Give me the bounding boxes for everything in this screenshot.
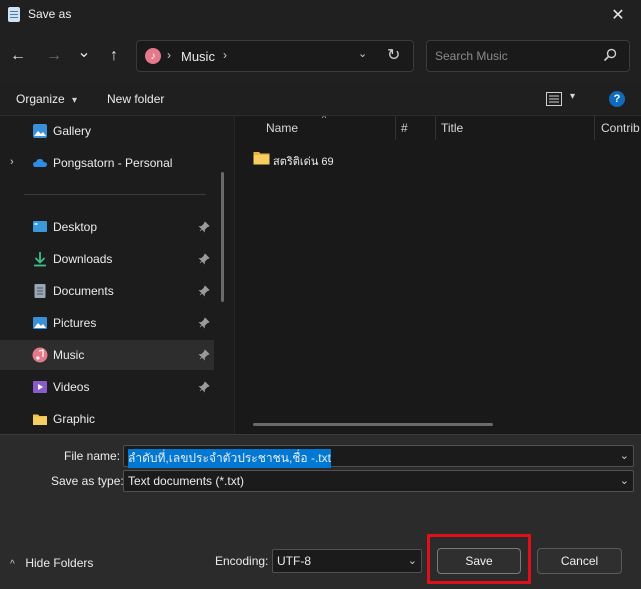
command-bar: Organize ▾ New folder ▾ ? xyxy=(0,82,641,116)
folder-icon xyxy=(33,414,47,425)
column-header-contributing-artists[interactable]: Contrib xyxy=(601,121,640,135)
sidebar-item-graphic[interactable]: Graphic xyxy=(0,404,214,434)
sidebar-item-label: Pictures xyxy=(53,316,97,330)
list-item[interactable]: สตริติเด่น 69 xyxy=(253,149,453,169)
sidebar-item-onedrive-personal[interactable]: › Pongsatorn - Personal xyxy=(0,148,214,178)
sidebar-item-label: Gallery xyxy=(53,124,92,138)
window-title: Save as xyxy=(28,7,72,21)
breadcrumb-separator[interactable]: › xyxy=(167,48,171,62)
file-name: สตริติเด่น 69 xyxy=(273,156,334,168)
help-icon[interactable]: ? xyxy=(609,91,625,107)
navigation-pane[interactable]: Gallery › Pongsatorn - Personal Desktop … xyxy=(0,116,230,434)
pin-icon[interactable] xyxy=(198,221,210,233)
desktop-icon xyxy=(33,221,47,232)
column-divider[interactable] xyxy=(435,116,436,140)
breadcrumb-separator[interactable]: › xyxy=(223,48,227,62)
encoding-select[interactable]: UTF-8 ⌄ xyxy=(272,549,422,573)
sidebar-item-music[interactable]: Music xyxy=(0,340,214,370)
hide-folders-button[interactable]: ^ Hide Folders xyxy=(10,556,93,570)
gallery-icon xyxy=(33,124,47,138)
save-as-type-select[interactable]: Text documents (*.txt) ⌄ xyxy=(123,470,634,492)
sidebar-item-label: Documents xyxy=(53,284,114,298)
music-note-icon: ♪ xyxy=(145,48,161,64)
notepad-icon xyxy=(8,7,20,22)
pin-icon[interactable] xyxy=(198,285,210,297)
breadcrumb-music[interactable]: Music xyxy=(181,49,215,64)
organize-button[interactable]: Organize ▾ xyxy=(16,92,77,106)
chevron-down-icon[interactable]: ⌄ xyxy=(620,474,629,487)
close-button[interactable]: ✕ xyxy=(595,0,641,30)
encoding-value: UTF-8 xyxy=(277,554,311,568)
encoding-label: Encoding: xyxy=(215,554,269,568)
column-header-number[interactable]: # xyxy=(401,121,408,135)
refresh-icon[interactable]: ↻ xyxy=(387,45,400,65)
pin-icon[interactable] xyxy=(198,253,210,265)
video-icon xyxy=(33,381,47,393)
new-folder-button[interactable]: New folder xyxy=(107,92,164,106)
save-options-panel: File name: ลำดับที่,เลขประจำตัวประชาชน,ช… xyxy=(0,434,641,589)
sidebar-item-label: Music xyxy=(53,348,85,362)
column-header-title[interactable]: Title xyxy=(441,121,463,135)
sidebar-item-documents[interactable]: Documents xyxy=(0,276,214,306)
cancel-button[interactable]: Cancel xyxy=(537,548,622,574)
chevron-down-icon: ▾ xyxy=(72,95,78,106)
document-icon xyxy=(34,284,46,298)
back-button[interactable]: ← xyxy=(6,44,30,68)
pin-icon[interactable] xyxy=(198,349,210,361)
sidebar-item-gallery[interactable]: Gallery xyxy=(0,116,214,146)
chevron-up-icon: ^ xyxy=(10,559,15,570)
horizontal-scrollbar[interactable] xyxy=(253,423,493,426)
navigation-bar: ← → ⌄ ↑ ♪ › Music › ⌄ ↻ xyxy=(0,30,641,82)
list-view-icon[interactable] xyxy=(546,92,562,106)
recent-locations-button[interactable]: ⌄ xyxy=(72,40,96,64)
file-name-combobox[interactable]: ลำดับที่,เลขประจำตัวประชาชน,ชื่อ -.txt ⌄ xyxy=(123,445,634,468)
save-as-type-value: Text documents (*.txt) xyxy=(128,474,245,488)
sidebar-item-label: Downloads xyxy=(53,252,113,266)
sidebar-item-label: Graphic xyxy=(53,412,96,426)
pin-icon[interactable] xyxy=(198,381,210,393)
chevron-down-icon[interactable]: ⌄ xyxy=(408,554,417,567)
search-icon[interactable] xyxy=(602,47,618,63)
sidebar-item-label: Desktop xyxy=(53,220,98,234)
expand-chevron-icon[interactable]: › xyxy=(10,156,14,168)
file-name-input[interactable]: ลำดับที่,เลขประจำตัวประชาชน,ชื่อ -.txt xyxy=(128,449,331,468)
column-divider[interactable] xyxy=(594,116,595,140)
title-bar: Save as ✕ xyxy=(0,0,641,30)
up-button[interactable]: ↑ xyxy=(102,44,126,68)
folder-icon xyxy=(253,152,270,165)
column-divider[interactable] xyxy=(395,116,396,140)
address-bar[interactable]: ♪ › Music › ⌄ ↻ xyxy=(136,40,414,72)
sidebar-item-pictures[interactable]: Pictures xyxy=(0,308,214,338)
sidebar-item-label: Pongsatorn - Personal xyxy=(53,156,173,170)
search-input[interactable] xyxy=(435,48,595,64)
download-icon xyxy=(34,252,46,267)
sidebar-scrollbar[interactable] xyxy=(221,172,224,302)
organize-label: Organize xyxy=(16,92,65,106)
save-button[interactable]: Save xyxy=(437,548,521,574)
chevron-down-icon[interactable]: ⌄ xyxy=(620,449,629,462)
forward-button[interactable]: → xyxy=(42,44,66,68)
sidebar-item-downloads[interactable]: Downloads xyxy=(0,244,214,274)
sidebar-item-videos[interactable]: Videos xyxy=(0,372,214,402)
sidebar-divider xyxy=(24,194,206,195)
file-name-label: File name: xyxy=(64,449,121,463)
picture-icon xyxy=(33,317,47,329)
address-dropdown-icon[interactable]: ⌄ xyxy=(358,47,367,60)
view-options-dropdown-icon[interactable]: ▾ xyxy=(570,91,575,102)
file-list[interactable]: ^ Name # Title Contrib สตริติเด่น 69 xyxy=(234,116,641,434)
sidebar-item-label: Videos xyxy=(53,380,90,394)
search-box[interactable] xyxy=(426,40,630,72)
music-note-icon xyxy=(32,347,48,363)
sort-ascending-icon: ^ xyxy=(322,116,327,123)
pin-icon[interactable] xyxy=(198,317,210,329)
sidebar-item-desktop[interactable]: Desktop xyxy=(0,212,214,242)
column-header-name[interactable]: Name xyxy=(266,121,298,135)
onedrive-cloud-icon xyxy=(33,158,47,167)
hide-folders-label: Hide Folders xyxy=(25,556,94,570)
save-as-type-label: Save as type: xyxy=(51,474,124,488)
